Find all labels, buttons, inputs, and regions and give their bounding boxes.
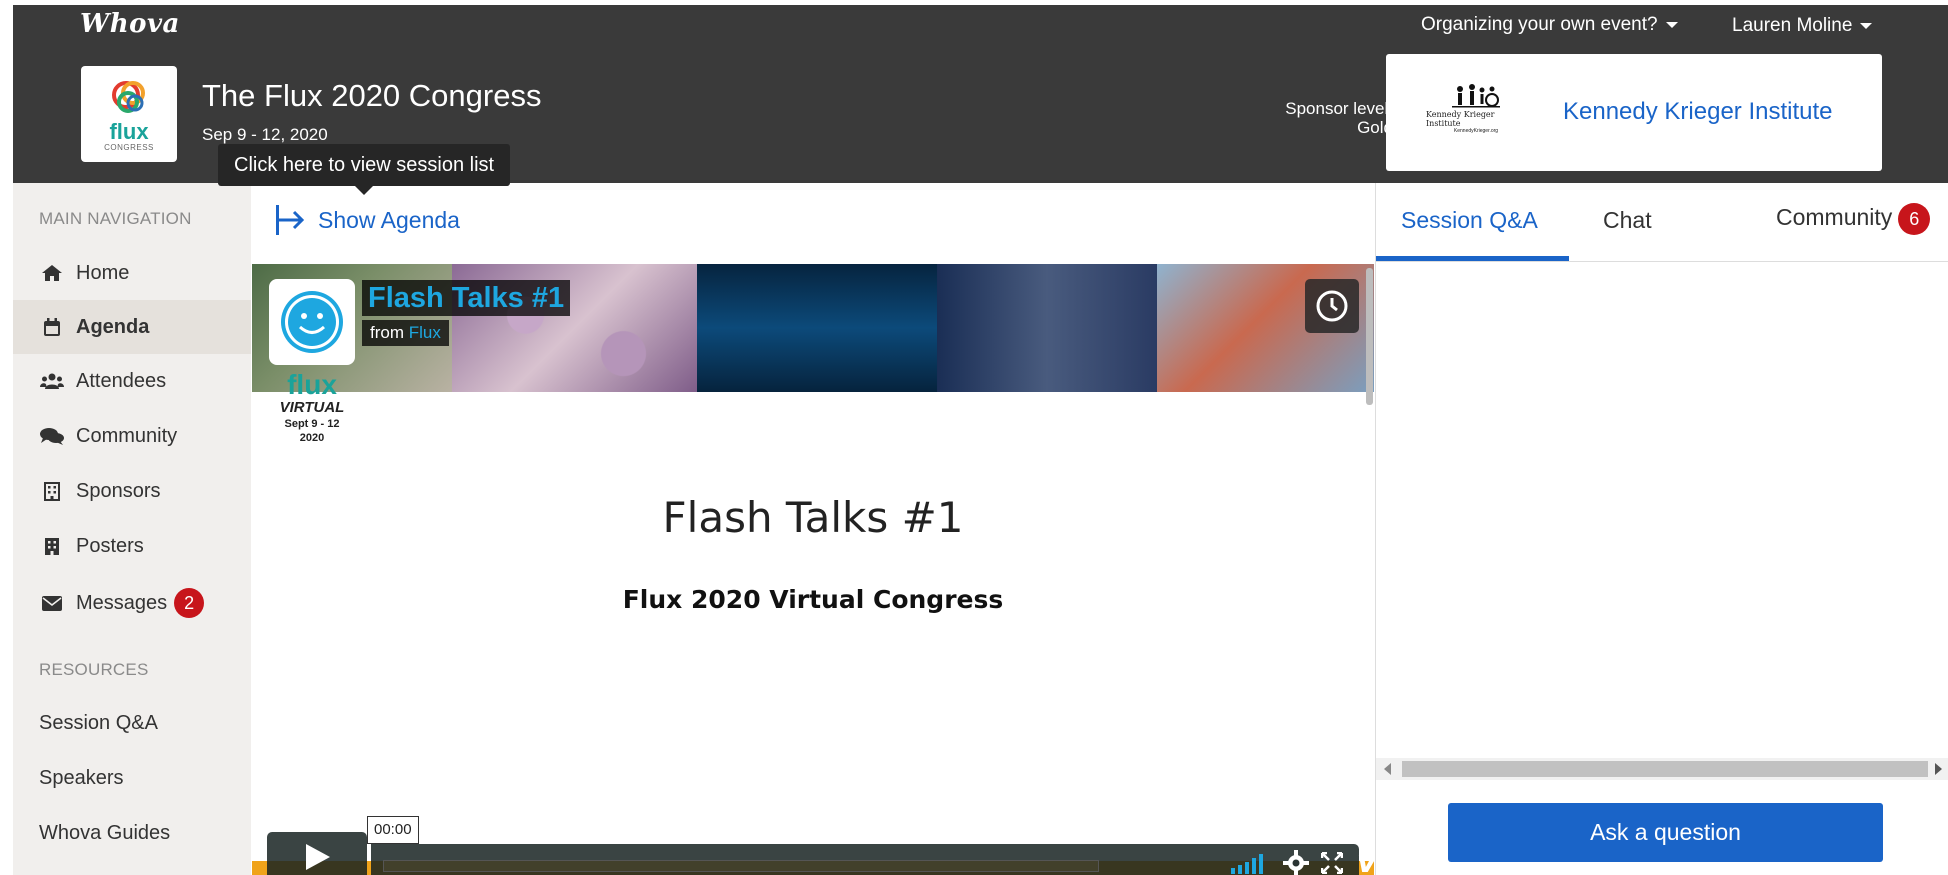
sidebar: MAIN NAVIGATION Home Agenda Attendees Co… (13, 183, 251, 875)
time-indicator: 00:00 (367, 816, 419, 844)
user-name: Lauren Moline (1732, 15, 1853, 36)
chevron-down-icon (1860, 22, 1873, 29)
video-from: from Flux (362, 320, 449, 346)
banner-scrollbar[interactable] (1366, 268, 1373, 405)
resource-session-qa[interactable]: Session Q&A (39, 712, 158, 735)
control-icons: vimeo (1231, 847, 1374, 875)
main-navigation-heading: MAIN NAVIGATION (39, 209, 192, 228)
event-logo-word: flux (109, 118, 149, 144)
envelope-icon (40, 593, 64, 613)
comments-icon (40, 426, 64, 446)
video-from-label: from (370, 323, 404, 342)
sidebar-item-messages[interactable]: Messages 2 (13, 576, 251, 630)
session-list-tooltip: Click here to view session list (218, 144, 511, 195)
smiley-face-icon (276, 286, 348, 358)
resources-heading: RESOURCES (39, 660, 149, 679)
video-player[interactable]: Flash Talks #1 from Flux flux VIRTUAL Se… (252, 264, 1374, 875)
sponsor-level-label: Sponsor level: (1285, 99, 1393, 118)
flux-virtual-logo: flux VIRTUAL Sept 9 - 12 2020 (272, 371, 352, 445)
main-content: Show Agenda Flash Talks #1 from Flux flu… (251, 183, 1375, 875)
event-dates: Sep 9 - 12, 2020 (202, 125, 328, 144)
resource-speakers[interactable]: Speakers (39, 767, 124, 790)
tab-community-label: Community (1776, 204, 1893, 231)
sidebar-item-posters[interactable]: Posters (13, 519, 251, 573)
organize-event-label: Organizing your own event? (1421, 14, 1658, 35)
tab-chat[interactable]: Chat (1603, 207, 1652, 234)
chevron-down-icon (1665, 21, 1678, 28)
event-logo-sub: CONGRESS (104, 142, 154, 152)
flux-logo-dates: Sept 9 - 12 (284, 418, 340, 430)
building-solid-icon (40, 536, 64, 556)
sidebar-item-label: Posters (76, 534, 144, 557)
vimeo-logo[interactable]: vimeo (1357, 847, 1374, 875)
volume-bars-icon[interactable] (1231, 852, 1269, 874)
whova-event-page: Whova Organizing your own event? Lauren … (0, 0, 1948, 875)
video-channel-link[interactable]: Flux (409, 323, 441, 342)
sidebar-item-agenda[interactable]: Agenda (13, 300, 251, 354)
users-icon (40, 371, 64, 391)
watch-later-button[interactable] (1305, 279, 1359, 333)
show-agenda-button[interactable]: Show Agenda (274, 203, 460, 237)
video-title[interactable]: Flash Talks #1 (362, 280, 571, 316)
slide-subtitle: Flux 2020 Virtual Congress (622, 585, 1004, 614)
tab-community[interactable]: Community 6 (1776, 203, 1931, 235)
sponsor-card[interactable]: Kennedy Krieger Institute KennedyKrieger… (1386, 54, 1882, 171)
community-count-badge: 6 (1898, 203, 1931, 235)
show-agenda-label: Show Agenda (318, 206, 460, 233)
panel-tabs: Session Q&A Chat Community 6 (1376, 183, 1948, 262)
building-icon (40, 481, 64, 501)
scrollbar-thumb[interactable] (1402, 761, 1928, 777)
right-panel: Session Q&A Chat Community 6 Ask a questi… (1375, 183, 1948, 875)
organize-event-menu[interactable]: Organizing your own event? (1421, 14, 1678, 36)
sponsor-level-value: Gold (1357, 118, 1393, 137)
event-title: The Flux 2020 Congress (202, 78, 542, 113)
progress-bar[interactable] (383, 860, 1099, 872)
play-icon (306, 844, 330, 870)
control-bar: vimeo (371, 844, 1374, 875)
channel-avatar[interactable] (269, 279, 355, 365)
tab-session-qa[interactable]: Session Q&A (1401, 207, 1538, 234)
sidebar-item-label: Agenda (76, 315, 150, 338)
play-button[interactable] (267, 832, 367, 875)
sidebar-item-home[interactable]: Home (13, 246, 251, 300)
scroll-left-arrow-icon[interactable] (1384, 763, 1391, 775)
scroll-right-arrow-icon[interactable] (1935, 763, 1942, 775)
flux-logo-word: flux (287, 369, 337, 400)
flux-logo-year: 2020 (299, 432, 325, 444)
video-controls: vimeo 00:00 (267, 816, 1374, 875)
calendar-icon (40, 317, 64, 337)
messages-count-badge: 2 (174, 588, 205, 618)
sponsor-name-link[interactable]: Kennedy Krieger Institute (1563, 98, 1833, 126)
flux-rings-icon (112, 80, 145, 113)
ask-question-button[interactable]: Ask a question (1448, 803, 1883, 862)
settings-gear-icon[interactable] (1283, 850, 1309, 875)
slide-title: Flash Talks #1 (662, 493, 964, 542)
sidebar-item-label: Attendees (76, 369, 167, 392)
family-figures-icon (1452, 84, 1500, 108)
sidebar-item-community[interactable]: Community (13, 409, 251, 463)
sidebar-item-label: Messages (76, 591, 168, 614)
flux-logo-virtual: VIRTUAL (279, 399, 345, 416)
sponsor-logo-url: KennedyKrieger.org (1453, 128, 1499, 134)
sidebar-item-attendees[interactable]: Attendees (13, 354, 251, 408)
fullscreen-icon[interactable] (1321, 852, 1343, 874)
clock-icon (1316, 290, 1348, 322)
horizontal-scrollbar[interactable] (1376, 758, 1948, 780)
sidebar-item-label: Community (76, 424, 178, 447)
sponsor-level: Sponsor level: Gold (1193, 99, 1393, 137)
sidebar-item-label: Home (76, 261, 130, 284)
active-tab-indicator (1376, 256, 1569, 261)
sponsor-logo-text: Kennedy Krieger Institute (1426, 110, 1495, 128)
event-logo: flux CONGRESS (81, 66, 177, 162)
sidebar-item-sponsors[interactable]: Sponsors (13, 464, 251, 518)
home-icon (40, 263, 64, 283)
sponsor-logo: Kennedy Krieger Institute KennedyKrieger… (1426, 84, 1526, 140)
sidebar-item-label: Sponsors (76, 479, 161, 502)
arrow-right-bar-icon (276, 205, 305, 235)
top-bar: Whova Organizing your own event? Lauren … (13, 5, 1948, 46)
whova-logo[interactable]: Whova (80, 9, 180, 39)
user-menu[interactable]: Lauren Moline (1732, 15, 1873, 37)
resource-whova-guides[interactable]: Whova Guides (39, 822, 170, 845)
